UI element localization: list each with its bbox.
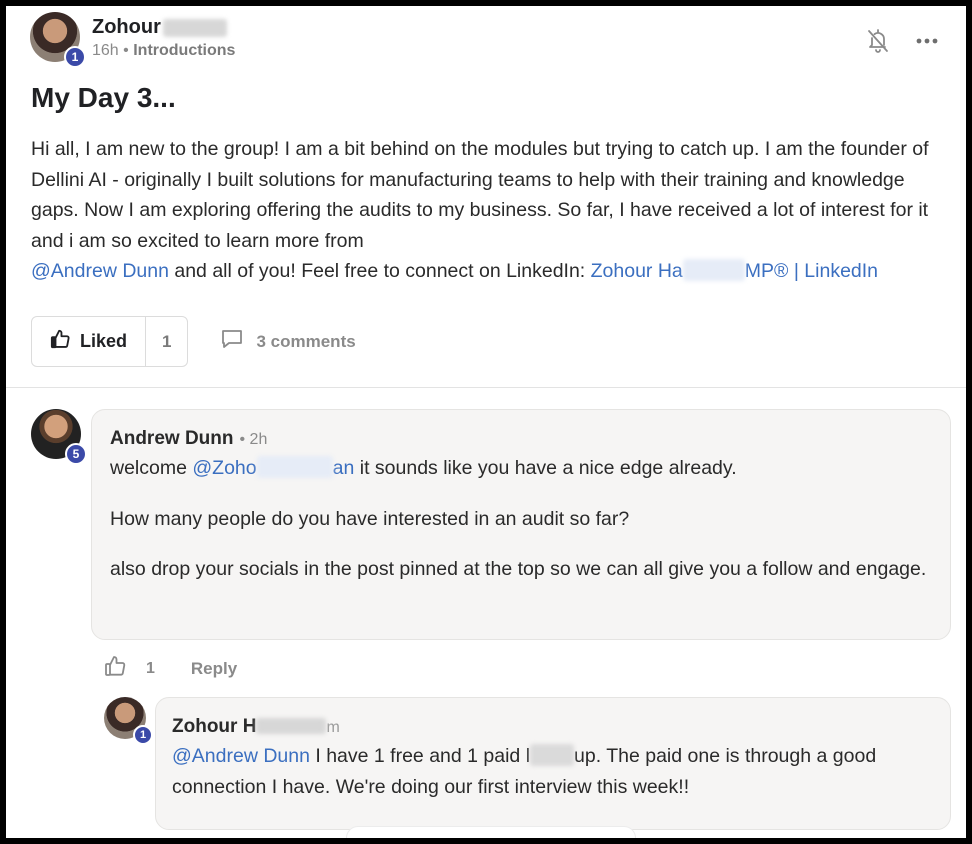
- comment-header: Andrew Dunn • 2h: [110, 428, 932, 450]
- load-more-pill[interactable]: [346, 826, 636, 838]
- like-button-main[interactable]: Liked: [32, 317, 145, 366]
- reply-author-start[interactable]: Zohour H: [172, 716, 256, 737]
- post-body-text: Hi all, I am new to the group! I am a bi…: [31, 138, 929, 252]
- reply-text-a: I have 1 free and 1 paid l: [309, 745, 531, 767]
- comment-bubble-icon: [220, 328, 244, 355]
- comment-actions: 1 Reply: [104, 654, 237, 683]
- redacted-surname: [256, 718, 327, 734]
- redacted-surname: [162, 18, 227, 37]
- level-badge: 5: [65, 443, 87, 465]
- mention-link[interactable]: @Zoho an: [192, 456, 355, 479]
- reply-author[interactable]: Zohour H m: [172, 716, 340, 738]
- comment-text-prefix: welcome: [110, 457, 193, 479]
- author-block: Zohour 16h • Introductions: [92, 16, 235, 60]
- reply-author-end: m: [326, 719, 340, 736]
- like-button-label: Liked: [80, 331, 128, 351]
- more-horizontal-icon[interactable]: [916, 38, 938, 44]
- like-count[interactable]: 1: [145, 317, 187, 366]
- comment-paragraph-2: How many people do you have interested i…: [110, 507, 630, 530]
- reply-header: Zohour H m: [172, 716, 934, 738]
- author-name-text[interactable]: Zohour: [92, 16, 161, 39]
- post-top-actions: [866, 28, 938, 54]
- reply-author-avatar[interactable]: 1: [104, 697, 153, 745]
- comment-author[interactable]: Andrew Dunn: [110, 428, 234, 450]
- redacted-mention: [256, 456, 333, 478]
- redacted-word: [530, 744, 575, 766]
- post-body-tail: and all of you! Feel free to connect on …: [168, 260, 591, 282]
- post-body: Hi all, I am new to the group! I am a bi…: [31, 134, 953, 287]
- post-header: 1 Zohour 16h • Introductions: [30, 12, 235, 68]
- level-badge: 1: [133, 725, 153, 745]
- avatar[interactable]: 1: [104, 697, 153, 745]
- comment-text-suffix: it sounds like you have a nice edge alre…: [354, 457, 737, 479]
- author-avatar[interactable]: 1: [30, 12, 86, 68]
- comment-time: • 2h: [239, 431, 268, 448]
- redacted-link-text: [682, 259, 745, 281]
- thumbs-up-icon[interactable]: [104, 654, 128, 683]
- post-title: My Day 3...: [31, 82, 176, 113]
- comment-paragraph-3: also drop your socials in the post pinne…: [110, 558, 927, 580]
- meta-separator: •: [123, 42, 129, 59]
- comments-link[interactable]: 3 comments: [220, 328, 356, 355]
- thumbs-up-icon: [50, 328, 72, 355]
- avatar[interactable]: 5: [31, 409, 87, 465]
- comment-bubble: Andrew Dunn • 2h welcome @Zoho an it soun…: [91, 409, 951, 640]
- post-time: 16h: [92, 42, 119, 59]
- author-name[interactable]: Zohour: [92, 16, 235, 39]
- comment-paragraph-1: welcome @Zoho an it sounds like you have …: [110, 453, 932, 484]
- comment-like-count[interactable]: 1: [146, 660, 155, 678]
- linkedin-link-end[interactable]: MP® | LinkedIn: [745, 260, 878, 282]
- comments-count-label: 3 comments: [256, 331, 356, 351]
- reply-bubble: Zohour H m @Andrew Dunn I have 1 free and…: [155, 697, 951, 830]
- reply-button[interactable]: Reply: [191, 659, 237, 679]
- post-actions: Liked 1 3 comments: [31, 316, 356, 367]
- linkedin-link-start[interactable]: Zohour Ha: [591, 260, 683, 282]
- bell-off-icon[interactable]: [866, 28, 890, 54]
- level-badge: 1: [64, 46, 86, 68]
- linkedin-link[interactable]: Zohour Ha MP® | LinkedIn: [591, 259, 878, 282]
- mention-link[interactable]: @Andrew Dunn: [172, 745, 310, 767]
- comment-author-avatar[interactable]: 5: [31, 409, 87, 465]
- reply-text: @Andrew Dunn I have 1 free and 1 paid lu…: [172, 741, 934, 802]
- post-meta: 16h • Introductions: [92, 42, 235, 60]
- post-category[interactable]: Introductions: [133, 42, 235, 59]
- mention-start[interactable]: @Zoho: [192, 457, 256, 479]
- like-button[interactable]: Liked 1: [31, 316, 189, 367]
- mention-link[interactable]: @Andrew Dunn: [31, 260, 169, 282]
- post-card: 1 Zohour 16h • Introductions My Day 3...…: [6, 6, 966, 838]
- comment-text: welcome @Zoho an it sounds like you have …: [110, 453, 932, 585]
- divider: [6, 387, 966, 388]
- mention-end[interactable]: an: [333, 457, 355, 479]
